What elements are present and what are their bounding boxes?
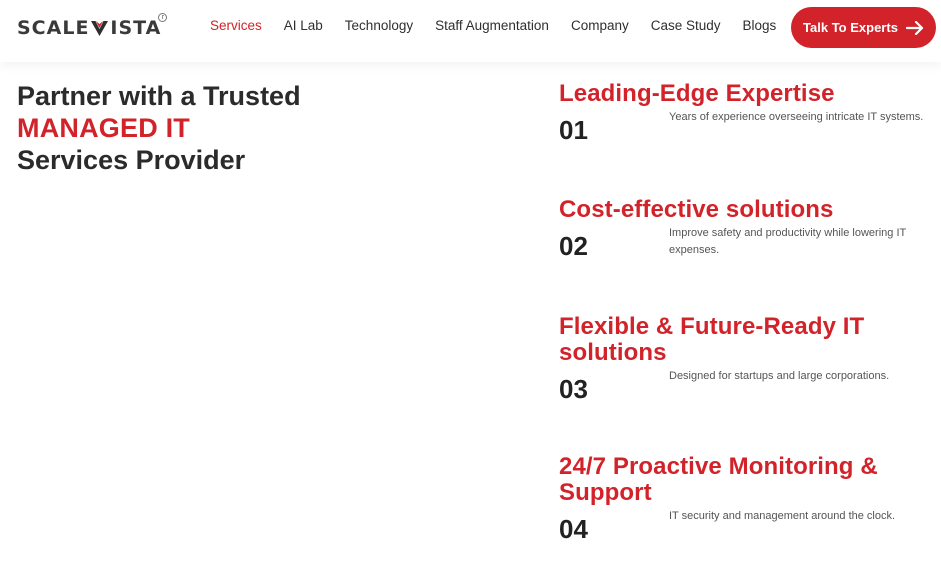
feature-body: 04 IT security and management around the… [559,510,929,554]
hero-line-3: Services Provider [17,145,246,175]
feature-title: Cost-effective solutions [559,196,834,223]
feature-description: IT security and management around the cl… [669,510,896,522]
feature-title: Leading-Edge Expertise [559,80,835,107]
hero-line-1: Partner with a Trusted [17,81,301,111]
talk-to-experts-button[interactable]: Talk To Experts [791,7,936,48]
feature-title: 24/7 Proactive Monitoring & Support [559,453,878,506]
feature-item: Flexible & Future-Ready IT solutions 03 … [559,314,929,414]
nav-item-staff-augmentation[interactable]: Staff Augmentation [435,18,549,34]
feature-body: 01 Years of experience overseeing intric… [559,111,929,155]
scalevista-logo[interactable]: SCALE ISTA r [17,13,168,41]
logo-text-left: SCALE [17,17,90,39]
feature-item: Cost-effective solutions 02 Improve safe… [559,197,929,271]
talk-to-experts-label: Talk To Experts [803,20,898,35]
feature-number: 01 [559,115,588,145]
feature-item: 24/7 Proactive Monitoring & Support 04 I… [559,454,929,554]
hero-line-accent: MANAGED IT [17,113,190,143]
hero-headline: Partner with a Trusted MANAGED IT Servic… [17,80,377,176]
feature-description: Designed for startups and large corporat… [669,370,890,382]
feature-body: 03 Designed for startups and large corpo… [559,370,929,414]
nav-item-blogs[interactable]: Blogs [743,18,777,34]
nav-item-case-study[interactable]: Case Study [651,18,721,34]
feature-body: 02 Improve safety and productivity while… [559,227,929,271]
feature-description: Years of experience overseeing intricate… [669,111,924,123]
nav-item-technology[interactable]: Technology [345,18,413,34]
feature-title: Flexible & Future-Ready IT solutions [559,313,865,366]
feature-number: 03 [559,374,588,404]
nav-item-company[interactable]: Company [571,18,629,34]
logo-v-mark-icon [91,21,109,36]
nav-item-ai-lab[interactable]: AI Lab [284,18,323,34]
feature-number: 02 [559,231,588,261]
registered-mark-icon: r [158,13,168,22]
feature-number: 04 [559,514,588,544]
nav-item-services[interactable]: Services [210,18,262,34]
feature-item: Leading-Edge Expertise 01 Years of exper… [559,81,929,155]
logo-text-right: ISTA [110,17,162,39]
site-header: SCALE ISTA r Services AI Lab Technology … [0,0,941,62]
feature-description: Improve safety and productivity while lo… [669,227,907,256]
arrow-right-icon [905,20,924,35]
main-nav: Services AI Lab Technology Staff Augment… [210,18,798,34]
